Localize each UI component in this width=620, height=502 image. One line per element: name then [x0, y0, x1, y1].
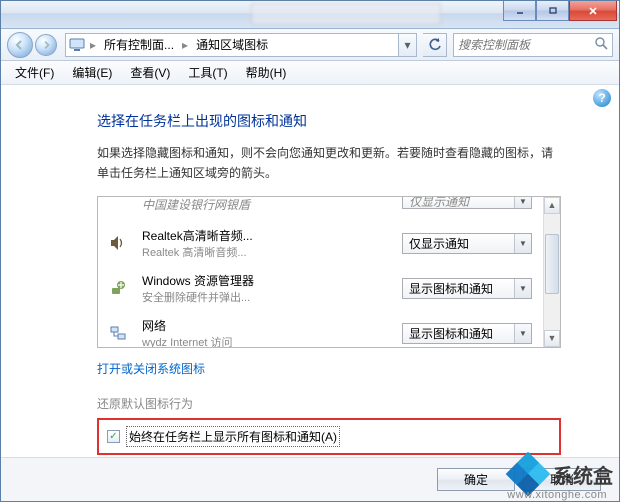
list-item: 中国建设银行网银盾 仅显示通知 ▼: [98, 197, 542, 221]
breadcrumb-1[interactable]: 所有控制面...: [98, 34, 180, 56]
nav-arrows: [7, 32, 59, 58]
watermark-url: www.xitonghe.com: [507, 489, 607, 501]
behavior-select[interactable]: 显示图标和通知 ▼: [402, 323, 532, 344]
menu-file[interactable]: 文件(F): [7, 62, 62, 83]
breadcrumb-sep-icon: ▸: [88, 38, 98, 52]
always-show-label: 始终在任务栏上显示所有图标和通知(A): [126, 426, 340, 447]
item-subtitle: wydz Internet 访问: [142, 334, 390, 347]
breadcrumb-sep-icon: ▸: [180, 38, 190, 52]
help-icon[interactable]: ?: [593, 89, 611, 107]
maximize-button[interactable]: [536, 1, 569, 21]
nav-bar: ▸ 所有控制面... ▸ 通知区域图标 ▾: [1, 29, 619, 61]
titlebar: [1, 1, 619, 29]
menu-view[interactable]: 查看(V): [122, 62, 178, 83]
cancel-button[interactable]: 取消: [523, 468, 601, 491]
item-subtitle: Realtek 高清晰音频...: [142, 244, 390, 260]
item-title: 网络: [142, 317, 390, 334]
behavior-select[interactable]: 显示图标和通知 ▼: [402, 278, 532, 299]
search-icon: [595, 37, 608, 53]
item-title: Windows 资源管理器: [142, 272, 390, 289]
scroll-track[interactable]: [544, 214, 560, 330]
select-value: 仅显示通知: [409, 235, 469, 252]
page-title: 选择在任务栏上出现的图标和通知: [97, 111, 591, 131]
chevron-down-icon: ▼: [514, 324, 531, 343]
app-icon: [108, 197, 128, 215]
window-title-blur: [251, 3, 441, 25]
usb-eject-icon: [108, 278, 128, 298]
close-button[interactable]: [569, 1, 617, 21]
select-value: 显示图标和通知: [409, 280, 493, 297]
search-input[interactable]: [458, 38, 591, 52]
behavior-select[interactable]: 仅显示通知 ▼: [402, 197, 532, 209]
monitor-icon: [66, 38, 88, 52]
behavior-select[interactable]: 仅显示通知 ▼: [402, 233, 532, 254]
search-box[interactable]: [453, 33, 613, 57]
window-buttons: [503, 1, 617, 21]
chevron-down-icon: ▼: [514, 279, 531, 298]
refresh-button[interactable]: [423, 33, 447, 57]
scroll-thumb[interactable]: [545, 234, 559, 294]
restore-defaults-label: 还原默认图标行为: [97, 395, 591, 412]
forward-button[interactable]: [35, 34, 57, 56]
address-dropdown-button[interactable]: ▾: [398, 34, 416, 56]
scroll-up-button[interactable]: ▲: [544, 197, 560, 214]
back-button[interactable]: [7, 32, 33, 58]
scrollbar[interactable]: ▲ ▼: [543, 197, 560, 347]
menu-help[interactable]: 帮助(H): [238, 62, 295, 83]
ok-button[interactable]: 确定: [437, 468, 515, 491]
list-item: Windows 资源管理器 安全删除硬件并弹出... 显示图标和通知 ▼: [98, 266, 542, 311]
scroll-down-button[interactable]: ▼: [544, 330, 560, 347]
list-item: 网络 wydz Internet 访问 显示图标和通知 ▼: [98, 311, 542, 347]
minimize-button[interactable]: [503, 1, 536, 21]
icon-list-inner: 中国建设银行网银盾 仅显示通知 ▼ Realtek高清晰音频... Realtek…: [98, 197, 542, 347]
item-title: 中国建设银行网银盾: [142, 197, 390, 214]
address-bar[interactable]: ▸ 所有控制面... ▸ 通知区域图标 ▾: [65, 33, 417, 57]
select-value: 仅显示通知: [409, 197, 469, 209]
list-item: Realtek高清晰音频... Realtek 高清晰音频... 仅显示通知 ▼: [98, 221, 542, 266]
icon-list: 中国建设银行网银盾 仅显示通知 ▼ Realtek高清晰音频... Realtek…: [97, 196, 561, 348]
select-value: 显示图标和通知: [409, 325, 493, 342]
menu-edit[interactable]: 编辑(E): [64, 62, 120, 83]
item-title: Realtek高清晰音频...: [142, 227, 390, 244]
speaker-icon: [108, 233, 128, 253]
network-icon: [108, 323, 128, 343]
menu-bar: 文件(F) 编辑(E) 查看(V) 工具(T) 帮助(H): [1, 61, 619, 85]
chevron-down-icon: ▼: [514, 234, 531, 253]
menu-tools[interactable]: 工具(T): [180, 62, 235, 83]
item-subtitle: 安全删除硬件并弹出...: [142, 289, 390, 305]
chevron-down-icon: ▼: [514, 197, 531, 208]
page-description: 如果选择隐藏图标和通知，则不会向您通知更改和更新。若要随时查看隐藏的图标，请单击…: [97, 143, 561, 184]
always-show-checkbox[interactable]: ✓: [107, 430, 120, 443]
control-panel-window: ▸ 所有控制面... ▸ 通知区域图标 ▾ 文件(F) 编辑(E) 查看(V) …: [0, 0, 620, 502]
system-icons-link[interactable]: 打开或关闭系统图标: [97, 360, 205, 377]
breadcrumb-2[interactable]: 通知区域图标: [190, 34, 274, 56]
always-show-highlight: ✓ 始终在任务栏上显示所有图标和通知(A): [97, 418, 561, 455]
content-area: ? 选择在任务栏上出现的图标和通知 如果选择隐藏图标和通知，则不会向您通知更改和…: [1, 87, 619, 501]
